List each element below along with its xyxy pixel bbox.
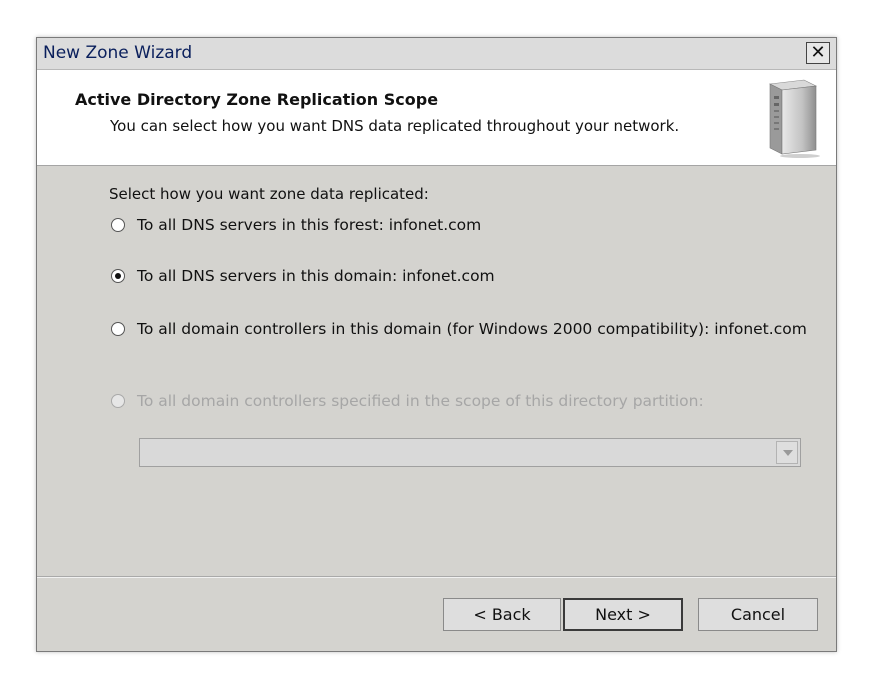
close-button[interactable]: ✕ bbox=[806, 42, 830, 64]
window-title: New Zone Wizard bbox=[43, 43, 193, 63]
server-tower-icon bbox=[768, 79, 820, 158]
page-title: Active Directory Zone Replication Scope bbox=[75, 90, 439, 109]
option-directory-partition: To all domain controllers specified in t… bbox=[111, 392, 704, 410]
close-icon: ✕ bbox=[810, 42, 826, 63]
option-forest[interactable]: To all DNS servers in this forest: infon… bbox=[111, 216, 481, 234]
wizard-header: Active Directory Zone Replication Scope … bbox=[37, 70, 836, 166]
back-button[interactable]: < Back bbox=[443, 598, 561, 631]
option-directory-partition-label: To all domain controllers specified in t… bbox=[137, 392, 704, 410]
page-subtitle: You can select how you want DNS data rep… bbox=[110, 117, 680, 135]
replication-prompt: Select how you want zone data replicated… bbox=[109, 185, 429, 203]
option-domain-label: To all DNS servers in this domain: infon… bbox=[137, 267, 495, 285]
option-domain-controllers[interactable]: To all domain controllers in this domain… bbox=[111, 320, 807, 338]
new-zone-wizard-dialog: New Zone Wizard ✕ Active Directory Zone … bbox=[36, 37, 837, 652]
directory-partition-select bbox=[139, 438, 801, 467]
radio-forest[interactable] bbox=[111, 218, 125, 232]
cancel-button[interactable]: Cancel bbox=[698, 598, 818, 631]
option-domain[interactable]: To all DNS servers in this domain: infon… bbox=[111, 267, 495, 285]
radio-directory-partition bbox=[111, 394, 125, 408]
title-bar: New Zone Wizard ✕ bbox=[37, 38, 836, 70]
option-domain-controllers-label: To all domain controllers in this domain… bbox=[137, 320, 807, 338]
button-divider bbox=[37, 576, 836, 578]
option-forest-label: To all DNS servers in this forest: infon… bbox=[137, 216, 482, 234]
next-button[interactable]: Next > bbox=[563, 598, 683, 631]
radio-domain[interactable] bbox=[111, 269, 125, 283]
radio-domain-controllers[interactable] bbox=[111, 322, 125, 336]
chevron-down-icon bbox=[776, 441, 798, 464]
